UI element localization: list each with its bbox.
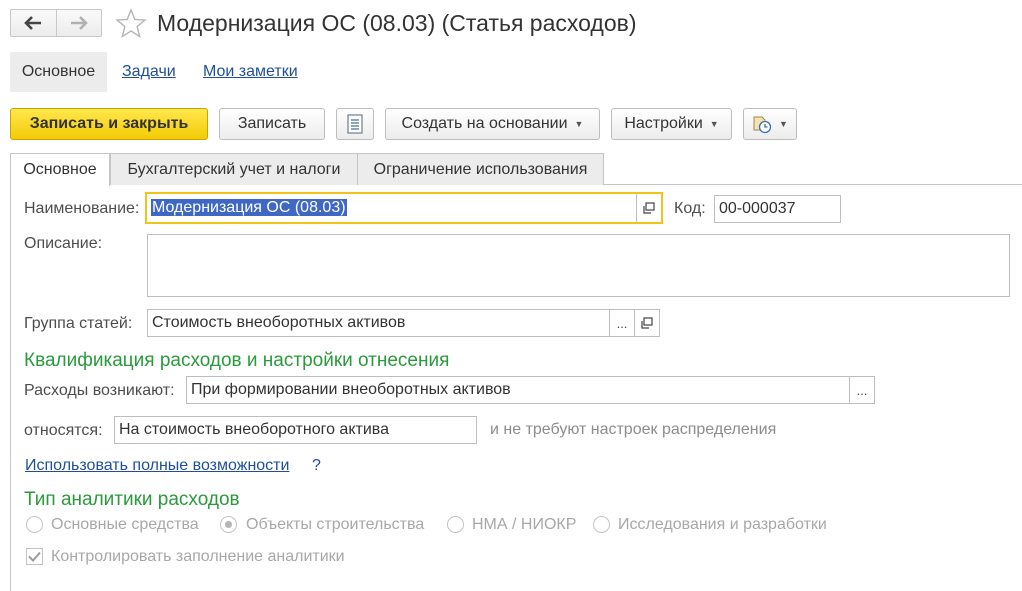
open-group-button[interactable]	[634, 310, 659, 336]
section-notes[interactable]: Мои заметки	[203, 63, 298, 81]
radio-fixed-assets-label: Основные средства	[51, 516, 199, 533]
relate-note: и не требуют настроек распределения	[490, 421, 777, 438]
document-list-icon	[347, 114, 363, 134]
settings-button[interactable]: Настройки ▼	[611, 108, 732, 140]
description-field[interactable]	[147, 234, 1010, 297]
star-icon[interactable]	[115, 8, 147, 38]
open-name-button[interactable]	[636, 194, 661, 222]
radio-research-label: Исследования и разработки	[618, 516, 827, 533]
analytics-title: Тип аналитики расходов	[24, 489, 240, 510]
radio-intangible-label: НМА / НИОКР	[472, 516, 577, 533]
group-field[interactable]: Стоимость внеоборотных активов ...	[147, 309, 660, 337]
chevron-down-icon: ▼	[709, 119, 719, 129]
document-list-button[interactable]	[336, 108, 374, 140]
radio-construction[interactable]	[220, 516, 237, 537]
group-value: Стоимость внеоборотных активов	[152, 314, 406, 331]
control-checkbox-label: Контролировать заполнение аналитики	[51, 548, 345, 565]
select-arise-button[interactable]: ...	[849, 377, 874, 403]
settings-label: Настройки	[624, 115, 703, 132]
arrow-left-icon	[24, 16, 42, 30]
tab-accounting[interactable]: Бухгалтерский учет и налоги	[110, 153, 358, 185]
forward-button[interactable]	[55, 10, 102, 36]
select-group-button[interactable]: ...	[609, 310, 634, 336]
checkmark-icon	[28, 551, 41, 562]
form-left-border	[10, 184, 11, 591]
relate-value: На стоимость внеоборотного актива	[119, 421, 389, 438]
name-label: Наименование:	[24, 200, 140, 217]
arise-field[interactable]: При формировании внеоборотных активов ..…	[186, 376, 875, 404]
radio-construction-label: Объекты строительства	[246, 516, 425, 533]
back-button[interactable]	[11, 10, 56, 36]
control-checkbox[interactable]	[26, 548, 43, 565]
create-based-on-label: Создать на основании	[401, 115, 568, 132]
open-window-icon	[641, 317, 653, 329]
relate-label: относятся:	[24, 422, 103, 439]
full-features-link[interactable]: Использовать полные возможности	[25, 457, 289, 475]
arise-value: При формировании внеоборотных активов	[191, 381, 511, 398]
qualification-title: Квалификация расходов и настройки отнесе…	[24, 350, 450, 371]
radio-research[interactable]	[593, 516, 610, 537]
chevron-down-icon: ▼	[574, 119, 584, 129]
attachments-button[interactable]: ▼	[743, 108, 797, 140]
arrow-right-icon	[70, 16, 88, 30]
description-label: Описание:	[24, 235, 103, 252]
navigation-buttons	[10, 9, 102, 37]
help-icon[interactable]: ?	[312, 457, 321, 475]
arise-label: Расходы возникают:	[24, 382, 175, 399]
open-window-icon	[643, 202, 655, 214]
name-value: Модернизация ОС (08.03)	[151, 199, 347, 216]
relate-field[interactable]: На стоимость внеоборотного актива	[114, 416, 477, 444]
code-field[interactable]: 00-000037	[714, 195, 841, 223]
section-tasks[interactable]: Задачи	[122, 63, 176, 81]
tab-main[interactable]: Основное	[10, 153, 110, 186]
chevron-down-icon: ▼	[779, 119, 788, 129]
save-and-close-button[interactable]: Записать и закрыть	[10, 108, 208, 140]
code-value: 00-000037	[719, 200, 796, 217]
save-button[interactable]: Записать	[219, 108, 325, 140]
page-title: Модернизация ОС (08.03) (Статья расходов…	[157, 10, 637, 36]
create-based-on-button[interactable]: Создать на основании ▼	[385, 108, 600, 140]
attachment-clock-icon	[753, 116, 772, 134]
radio-fixed-assets[interactable]	[26, 516, 43, 537]
code-label: Код:	[674, 200, 706, 217]
group-label: Группа статей:	[24, 315, 133, 332]
tab-usage-restriction[interactable]: Ограничение использования	[357, 153, 604, 185]
section-main[interactable]: Основное	[10, 52, 107, 92]
radio-intangible[interactable]	[447, 516, 464, 537]
name-field[interactable]: Модернизация ОС (08.03)	[145, 192, 663, 224]
